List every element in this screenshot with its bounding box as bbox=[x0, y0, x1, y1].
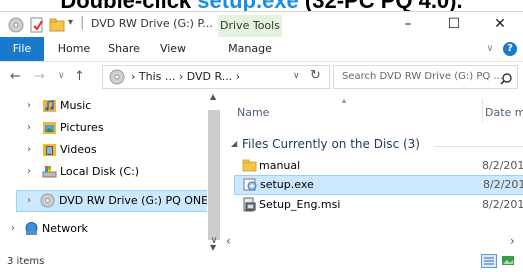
new-folder-icon[interactable] bbox=[49, 17, 65, 33]
local-disk-icon bbox=[42, 164, 57, 187]
sidebar-item-label: DVD RW Drive (G:) PQ ONE bbox=[59, 194, 209, 207]
file-row-setup-exe[interactable]: setup.exe 8/2/2016 bbox=[234, 175, 523, 195]
address-bar[interactable]: › This ... › DVD R... › ∨ ↻ bbox=[102, 65, 330, 89]
tab-view[interactable]: View bbox=[153, 37, 193, 61]
navigation-scrollbar[interactable]: ▲ ▼ bbox=[207, 92, 221, 254]
ribbon-tabs: File Home Share View Manage ∨ ? bbox=[0, 37, 523, 62]
properties-icon[interactable] bbox=[29, 17, 45, 33]
sidebar-item-label: Pictures bbox=[60, 121, 104, 134]
file-name: setup.exe bbox=[260, 178, 314, 191]
navigation-bar: ← → ∨ ↑ › This ... › DVD R... › ∨ ↻ Sear… bbox=[0, 61, 523, 92]
sidebar-item-videos[interactable]: › Videos bbox=[0, 139, 208, 161]
minimize-button[interactable]: – bbox=[385, 12, 431, 37]
file-row-manual[interactable]: manual 8/2/2016 bbox=[234, 156, 523, 176]
file-list: Name ▴ Date moc ◢ Files Currently on the… bbox=[222, 92, 523, 258]
scroll-up-icon[interactable]: ▲ bbox=[210, 92, 216, 101]
sidebar-item-label: Videos bbox=[60, 143, 97, 156]
collapse-group-icon[interactable]: ◢ bbox=[231, 139, 237, 148]
tab-home[interactable]: Home bbox=[54, 37, 94, 61]
file-date: 8/2/2016 bbox=[482, 198, 523, 211]
maximize-button[interactable]: ☐ bbox=[431, 12, 477, 37]
file-name: Setup_Eng.msi bbox=[259, 198, 341, 211]
refresh-icon[interactable]: ↻ bbox=[310, 68, 321, 83]
title-divider: | bbox=[80, 15, 85, 30]
sidebar-item-pictures[interactable]: › Pictures bbox=[0, 117, 208, 139]
sidebar-item-dvd-drive[interactable]: › DVD RW Drive (G:) PQ ONE bbox=[16, 190, 208, 212]
help-icon[interactable]: ? bbox=[503, 42, 517, 56]
file-row-setup-msi[interactable]: Setup_Eng.msi 8/2/2016 bbox=[234, 195, 523, 215]
chevron-right-icon[interactable]: › bbox=[27, 191, 31, 211]
column-header-name[interactable]: Name bbox=[237, 106, 269, 119]
column-divider[interactable] bbox=[482, 98, 483, 122]
file-date: 8/2/2016 bbox=[483, 178, 523, 191]
tab-file[interactable]: File bbox=[0, 37, 44, 61]
sidebar-item-network[interactable]: › Network bbox=[0, 218, 208, 240]
file-date: 8/2/2016 bbox=[482, 159, 523, 172]
address-path: › This ... › DVD R... › bbox=[131, 70, 241, 83]
search-placeholder: Search DVD RW Drive (G:) PQ ... bbox=[342, 71, 503, 82]
sidebar-item-label: Music bbox=[60, 99, 92, 112]
msi-installer-icon bbox=[242, 197, 257, 219]
large-icons-view-icon[interactable] bbox=[501, 255, 515, 269]
close-button[interactable]: ✕ bbox=[477, 12, 523, 37]
scrollbar-thumb[interactable] bbox=[208, 110, 220, 240]
instruction-heading: Double-click setup.exe (32-PC PQ 4.0). bbox=[0, 0, 523, 12]
sidebar-item-local-disk[interactable]: › Local Disk (C:) bbox=[0, 161, 208, 183]
sort-ascending-icon: ▴ bbox=[342, 96, 347, 105]
expand-ribbon-icon[interactable]: ∨ bbox=[482, 37, 498, 61]
column-header-date[interactable]: Date moc bbox=[485, 106, 523, 119]
scroll-right-icon[interactable]: › bbox=[510, 234, 515, 248]
drive-tools-context-tab[interactable]: Drive Tools bbox=[218, 15, 282, 37]
title-bar: ▾ | DVD RW Drive (G:) P... Drive Tools –… bbox=[0, 12, 523, 37]
network-icon bbox=[24, 221, 39, 244]
chevron-right-icon[interactable]: › bbox=[27, 117, 31, 139]
tab-manage[interactable]: Manage bbox=[218, 37, 282, 61]
chevron-right-icon[interactable]: › bbox=[11, 218, 15, 240]
sidebar-item-label: Network bbox=[42, 222, 88, 235]
quick-access-dropdown-icon[interactable]: ▾ bbox=[68, 17, 73, 33]
chevron-right-icon[interactable]: › bbox=[27, 95, 31, 117]
dvd-drive-icon[interactable] bbox=[8, 17, 24, 33]
chevron-right-icon[interactable]: › bbox=[27, 161, 31, 183]
address-dropdown-icon[interactable]: ∨ bbox=[293, 71, 300, 81]
group-header[interactable]: Files Currently on the Disc (3) bbox=[242, 137, 420, 151]
scroll-left-icon[interactable]: ‹ bbox=[226, 234, 231, 248]
chevron-right-icon[interactable]: › bbox=[27, 139, 31, 161]
file-name: manual bbox=[259, 159, 301, 172]
sidebar-item-music[interactable]: › Music bbox=[0, 95, 208, 117]
details-view-icon[interactable] bbox=[481, 254, 497, 268]
recent-locations-dropdown[interactable]: ∨ bbox=[58, 71, 65, 81]
dvd-drive-icon bbox=[40, 193, 55, 215]
nav-collapse-chevron-icon[interactable]: ∨ bbox=[207, 235, 221, 247]
item-count: 3 items bbox=[7, 256, 45, 267]
search-input[interactable]: Search DVD RW Drive (G:) PQ ... bbox=[333, 65, 518, 89]
up-button[interactable]: ↑ bbox=[74, 69, 85, 84]
group-divider bbox=[434, 146, 523, 147]
search-icon[interactable] bbox=[500, 70, 512, 89]
navigation-pane: › Music › Pictures › Videos › Local Disk… bbox=[0, 92, 220, 258]
back-button[interactable]: ← bbox=[10, 69, 21, 84]
dvd-drive-icon bbox=[109, 69, 125, 89]
forward-button[interactable]: → bbox=[34, 69, 45, 84]
status-bar: 3 items bbox=[0, 254, 523, 272]
window-title: DVD RW Drive (G:) P... bbox=[91, 17, 213, 30]
tab-share[interactable]: Share bbox=[102, 37, 146, 61]
sidebar-item-label: Local Disk (C:) bbox=[60, 165, 140, 178]
explorer-window: ▾ | DVD RW Drive (G:) P... Drive Tools –… bbox=[0, 11, 523, 272]
